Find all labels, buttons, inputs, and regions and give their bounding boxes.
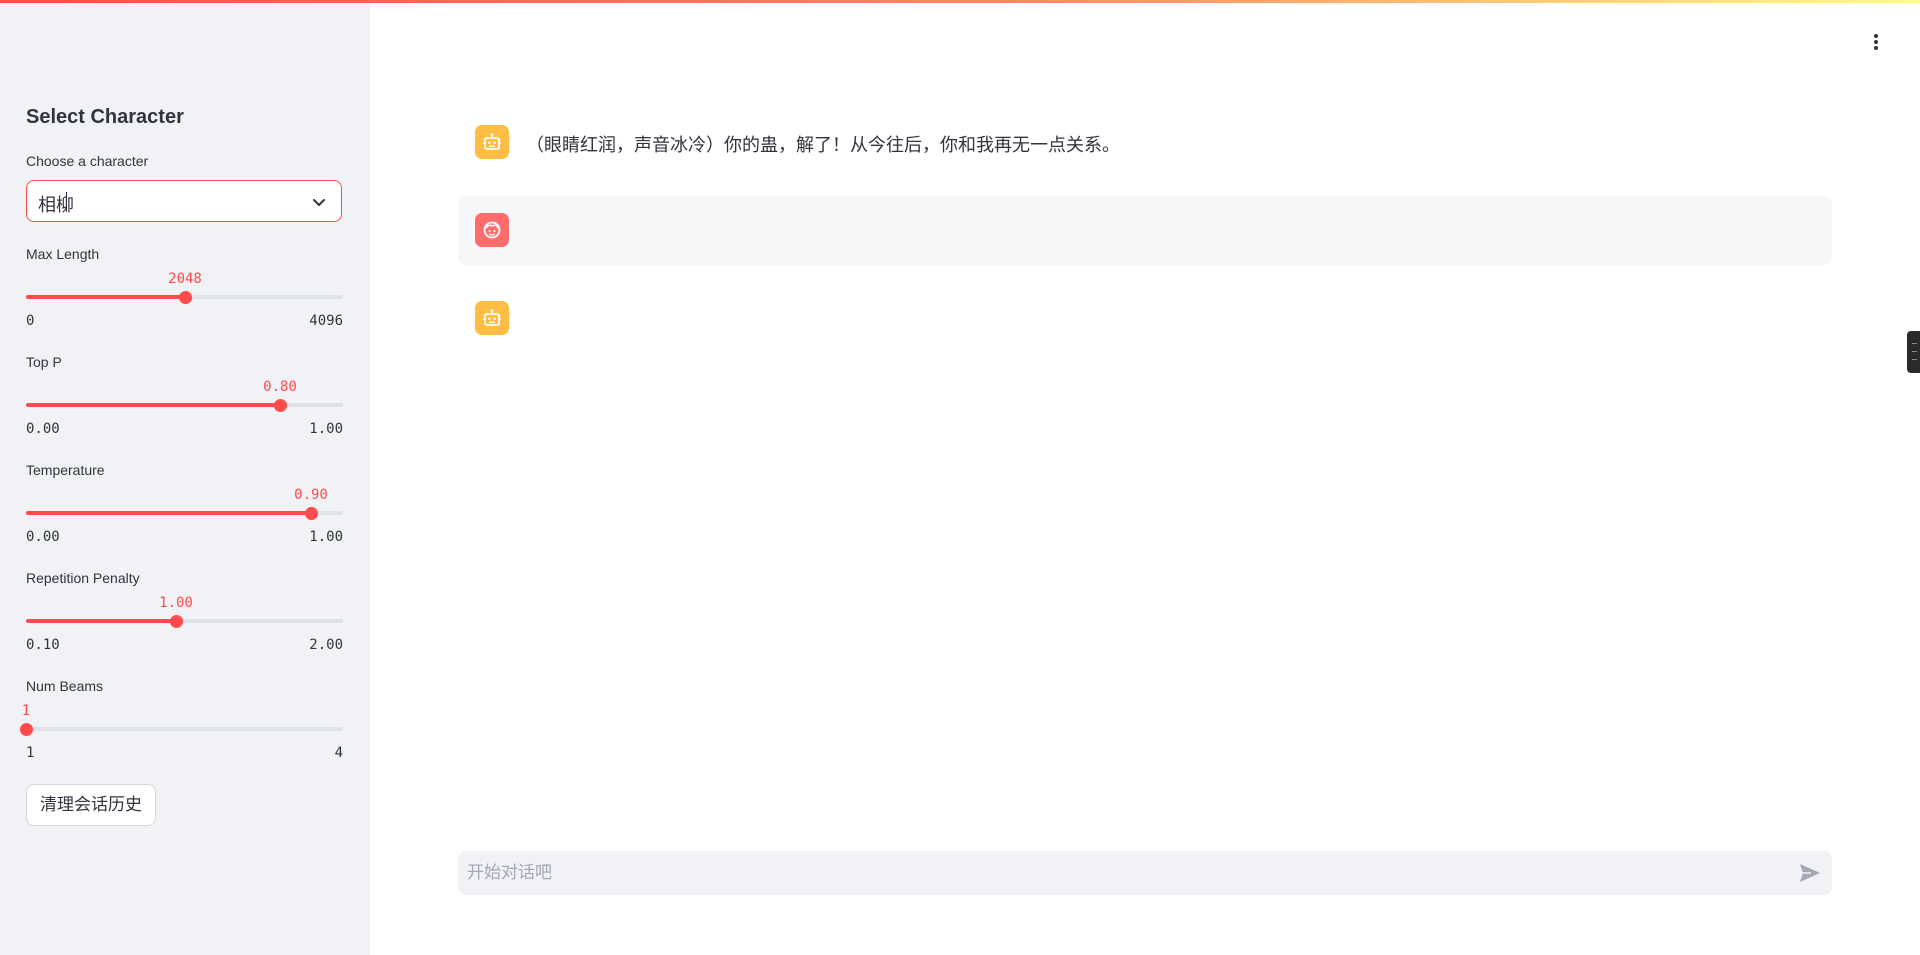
repetition-penalty-slider[interactable]: 1.00 0.10 2.00 xyxy=(26,581,343,653)
max-length-slider[interactable]: 2048 0 4096 xyxy=(26,257,343,329)
slider-thumb[interactable] xyxy=(274,399,287,412)
top-p-slider[interactable]: 0.80 0.00 1.00 xyxy=(26,365,343,437)
message-text: （眼睛红润，声音冰冷）你的蛊，解了！从今往后，你和我再无一点关系。 xyxy=(526,135,1120,155)
slider-fill xyxy=(26,295,185,299)
top-decoration-bar xyxy=(0,0,1920,3)
side-handle[interactable] xyxy=(1907,331,1920,373)
chat-input[interactable] xyxy=(458,851,1758,895)
text-cursor xyxy=(66,192,67,212)
slider-min-label: 1 xyxy=(26,745,35,761)
num-beams-slider[interactable]: 1 1 4 xyxy=(20,689,343,761)
slider-thumb[interactable] xyxy=(20,723,33,736)
chat-message-user xyxy=(458,196,1832,265)
user-face-icon xyxy=(475,213,509,247)
slider-fill xyxy=(26,511,311,515)
character-select-value: 相柳 xyxy=(38,195,74,215)
slider-max-label: 1.00 xyxy=(309,421,343,437)
slider-fill xyxy=(26,619,176,623)
slider-current-value: 0.90 xyxy=(294,487,328,503)
slider-fill xyxy=(26,403,280,407)
send-icon[interactable] xyxy=(1798,862,1822,884)
slider-min-label: 0.10 xyxy=(26,637,60,653)
slider-max-label: 2.00 xyxy=(309,637,343,653)
slider-max-label: 1.00 xyxy=(309,529,343,545)
bot-icon xyxy=(475,301,509,335)
temperature-slider[interactable]: 0.90 0.00 1.00 xyxy=(26,473,343,545)
slider-current-value: 1 xyxy=(21,703,31,719)
slider-track[interactable] xyxy=(26,727,343,731)
clear-history-button[interactable]: 清理会话历史 xyxy=(26,784,156,826)
sidebar: Select Character Choose a character 相柳 M… xyxy=(0,0,370,955)
slider-thumb[interactable] xyxy=(170,615,183,628)
slider-current-value: 1.00 xyxy=(159,595,193,611)
kebab-menu-icon[interactable] xyxy=(1868,30,1884,54)
slider-thumb[interactable] xyxy=(179,291,192,304)
bot-icon xyxy=(475,125,509,159)
slider-min-label: 0 xyxy=(26,313,35,329)
slider-current-value: 2048 xyxy=(168,271,202,287)
chat-message-assistant: （眼睛红润，声音冰冷）你的蛊，解了！从今往后，你和我再无一点关系。 xyxy=(458,118,1832,166)
sidebar-title: Select Character xyxy=(26,106,184,128)
character-select-label: Choose a character xyxy=(26,153,149,169)
slider-max-label: 4 xyxy=(334,745,343,761)
chat-input-box[interactable] xyxy=(458,851,1832,895)
slider-max-label: 4096 xyxy=(309,313,343,329)
chevron-down-icon[interactable] xyxy=(311,194,327,210)
character-select[interactable]: 相柳 xyxy=(26,180,342,222)
slider-min-label: 0.00 xyxy=(26,529,60,545)
slider-thumb[interactable] xyxy=(305,507,318,520)
slider-min-label: 0.00 xyxy=(26,421,60,437)
slider-current-value: 0.80 xyxy=(263,379,297,395)
chat-message-assistant xyxy=(458,294,1832,342)
